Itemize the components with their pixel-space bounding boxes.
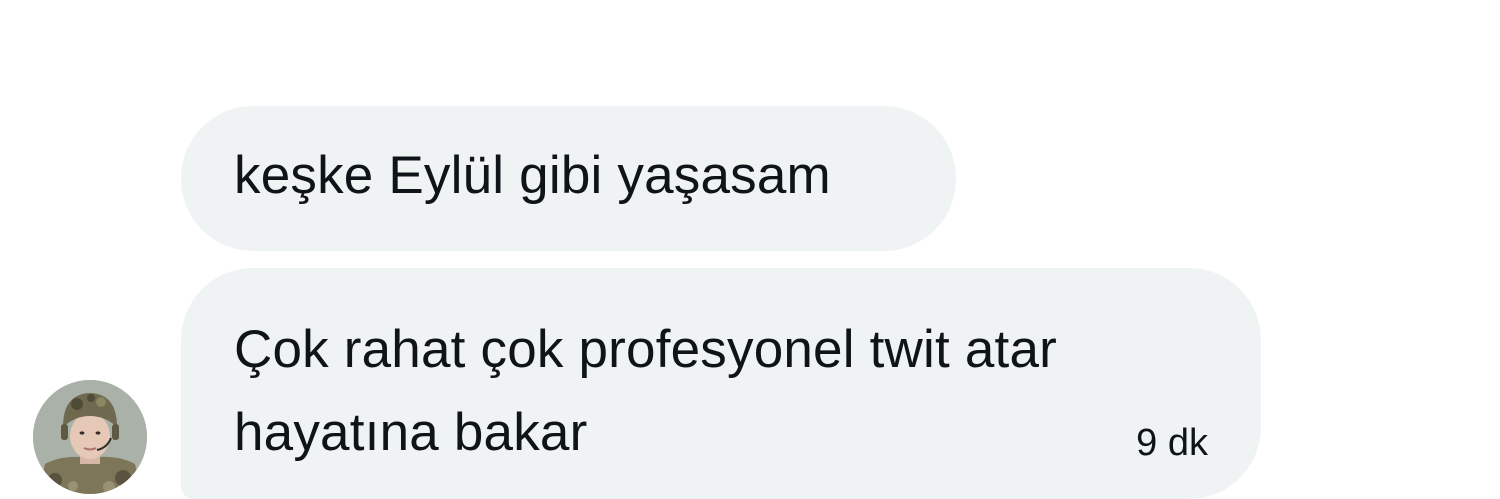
avatar[interactable]	[33, 380, 147, 494]
message-bubble[interactable]: Çok rahat çok profesyonel twit atar haya…	[181, 268, 1261, 499]
message-text: Çok rahat çok profesyonel twit atar haya…	[234, 320, 1057, 462]
message-timestamp: 9 dk	[1136, 422, 1208, 464]
message-bubble[interactable]: keşke Eylül gibi yaşasam	[181, 106, 956, 251]
message-text: keşke Eylül gibi yaşasam	[234, 146, 831, 205]
avatar-image	[33, 380, 147, 494]
dm-conversation: keşke Eylül gibi yaşasam Çok rahat çok p…	[0, 0, 1500, 499]
